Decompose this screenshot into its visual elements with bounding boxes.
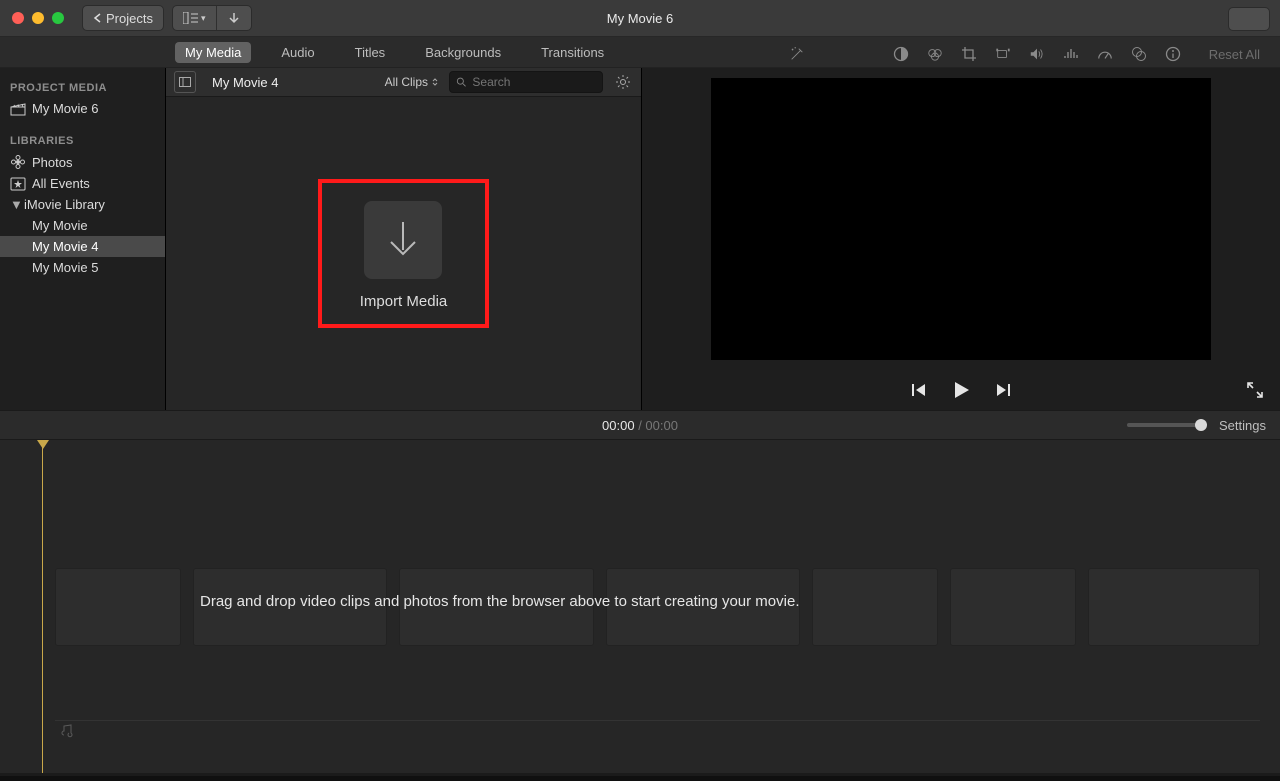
close-window-button[interactable] — [12, 12, 24, 24]
toolbar-segment-nav: Projects — [82, 5, 164, 31]
share-button[interactable] — [1228, 7, 1270, 31]
noise-reduction-icon[interactable] — [1063, 46, 1079, 62]
sidebar-project[interactable]: My Movie 6 — [0, 98, 165, 119]
clapperboard-icon — [10, 102, 26, 116]
titlebar: Projects ▾ My Movie 6 — [0, 0, 1280, 37]
annotation-highlight: Import Media — [318, 179, 490, 328]
browser-header: My Movie 4 All Clips — [166, 68, 641, 97]
import-media-button[interactable] — [364, 201, 442, 279]
viewer-toolstrip: Reset All — [789, 42, 1260, 66]
sidebar-project-media-header: PROJECT MEDIA — [0, 76, 165, 98]
chevron-left-icon — [93, 13, 102, 23]
audio-track — [55, 720, 1260, 741]
search-icon — [456, 76, 466, 88]
playhead[interactable] — [42, 440, 43, 773]
tab-titles[interactable]: Titles — [345, 42, 396, 63]
fullscreen-window-button[interactable] — [52, 12, 64, 24]
fullscreen-button[interactable] — [1246, 381, 1264, 399]
library-list-toggle[interactable]: ▾ — [173, 6, 217, 30]
sidebar-project-label: My Movie 6 — [32, 101, 98, 116]
volume-icon[interactable] — [1029, 46, 1045, 62]
sidebar-event-label: My Movie 4 — [32, 239, 98, 254]
media-browser: My Movie 4 All Clips — [166, 68, 642, 410]
clip-slot — [55, 568, 181, 646]
clip-filter-label: All Clips — [385, 75, 428, 89]
window-controls — [12, 12, 64, 24]
color-correction-icon[interactable] — [927, 46, 943, 62]
sidebar-event-label: My Movie 5 — [32, 260, 98, 275]
sidebar-event-my-movie-5[interactable]: My Movie 5 — [0, 257, 165, 278]
disclosure-triangle-icon: ▼ — [10, 197, 18, 212]
search-input[interactable] — [470, 74, 596, 90]
timecode-display: 00:00 / 00:00 — [0, 418, 1280, 433]
timecode-current: 00:00 — [602, 418, 635, 433]
browser-event-title: My Movie 4 — [212, 75, 278, 90]
timecode-row: 00:00 / 00:00 Settings — [0, 410, 1280, 440]
search-field[interactable] — [449, 71, 603, 93]
crop-icon[interactable] — [961, 46, 977, 62]
next-button[interactable] — [994, 382, 1012, 398]
auto-enhance-icon[interactable] — [789, 46, 805, 62]
photos-flower-icon — [10, 154, 26, 170]
library-list-icon — [183, 12, 199, 24]
tab-my-media[interactable]: My Media — [175, 42, 251, 63]
sidebar-libraries-header: LIBRARIES — [0, 129, 165, 151]
play-button[interactable] — [950, 379, 972, 401]
sidebar: PROJECT MEDIA My Movie 6 LIBRARIES Photo… — [0, 68, 166, 410]
stabilization-icon[interactable] — [995, 46, 1011, 62]
sidebar-imovie-library-label: iMovie Library — [24, 197, 105, 212]
filmstrip-icon — [179, 77, 191, 87]
import-arrow-down-icon — [383, 218, 423, 262]
sidebar-event-my-movie-4[interactable]: My Movie 4 — [0, 236, 165, 257]
zoom-thumb[interactable] — [1195, 419, 1207, 431]
sidebar-imovie-library[interactable]: ▼ iMovie Library — [0, 194, 165, 215]
sidebar-all-events[interactable]: All Events — [0, 173, 165, 194]
star-box-icon — [10, 177, 26, 191]
updown-chevron-icon — [431, 77, 439, 87]
music-note-icon — [59, 724, 73, 738]
color-balance-icon[interactable] — [893, 46, 909, 62]
sidebar-all-events-label: All Events — [32, 176, 90, 191]
sidebar-photos-label: Photos — [32, 155, 72, 170]
timeline-hint: Drag and drop video clips and photos fro… — [200, 593, 1240, 610]
info-icon[interactable] — [1165, 46, 1181, 62]
clip-filter-icon[interactable] — [1131, 46, 1147, 62]
projects-back-button[interactable]: Projects — [83, 6, 163, 30]
timeline-settings-button[interactable]: Settings — [1219, 418, 1266, 433]
timeline[interactable]: Drag and drop video clips and photos fro… — [0, 440, 1280, 773]
import-toolbar-button[interactable] — [217, 6, 251, 30]
tab-transitions[interactable]: Transitions — [531, 42, 614, 63]
minimize-window-button[interactable] — [32, 12, 44, 24]
browser-settings-button[interactable] — [613, 72, 633, 92]
import-arrow-down-icon — [227, 11, 241, 25]
viewer-controls — [654, 370, 1268, 410]
projects-back-label: Projects — [106, 11, 153, 26]
previous-button[interactable] — [910, 382, 928, 398]
reset-all-button[interactable]: Reset All — [1209, 47, 1260, 62]
viewer-canvas — [711, 78, 1211, 360]
tab-backgrounds[interactable]: Backgrounds — [415, 42, 511, 63]
import-media-label: Import Media — [360, 293, 448, 310]
viewer — [642, 68, 1280, 410]
sidebar-event-label: My Movie — [32, 218, 88, 233]
zoom-slider[interactable] — [1127, 423, 1205, 427]
timecode-total: 00:00 — [645, 418, 678, 433]
sidebar-event-my-movie[interactable]: My Movie — [0, 215, 165, 236]
filmstrip-toggle-button[interactable] — [174, 71, 196, 93]
sidebar-photos[interactable]: Photos — [0, 151, 165, 173]
toolbar-segment-view: ▾ — [172, 5, 252, 31]
clip-filter-dropdown[interactable]: All Clips — [385, 75, 439, 89]
gear-icon — [615, 74, 631, 90]
speed-icon[interactable] — [1097, 46, 1113, 62]
tab-audio[interactable]: Audio — [271, 42, 324, 63]
